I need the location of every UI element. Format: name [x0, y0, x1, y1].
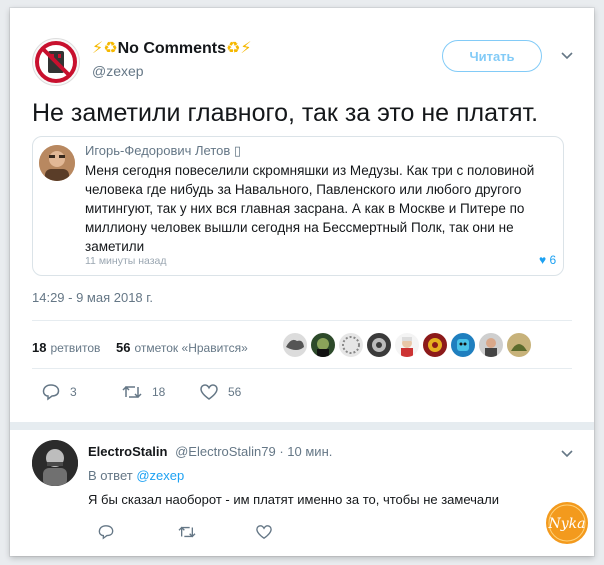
reply-icon	[98, 525, 114, 540]
retweets-count: 18	[32, 340, 47, 355]
reply-to-prefix: В ответ	[88, 468, 133, 483]
reply-reply-button[interactable]	[98, 520, 114, 544]
chevron-down-icon[interactable]	[560, 48, 574, 62]
liker-avatar[interactable]	[366, 332, 392, 358]
tweet-actions: 3 18 56	[32, 380, 572, 410]
quote-likes: ♥ 6	[539, 253, 556, 267]
likes-stat[interactable]: 56 отметок «Нравится»	[116, 340, 248, 355]
retweet-button[interactable]: 18	[122, 380, 165, 404]
tweet-timestamp[interactable]: 14:29 - 9 мая 2018 г.	[32, 290, 153, 305]
reply-author-handle[interactable]: @ElectroStalin79	[175, 444, 276, 459]
tweet-header: ⚡♻No Comments♻⚡ @zexep Читать	[32, 30, 574, 90]
tweet-stats: 18 ретвитов 56 отметок «Нравится»	[32, 328, 572, 368]
quote-author-name: Игорь-Федорович Летов	[85, 143, 231, 158]
quote-text: Меня сегодня повеселили скромняшки из Ме…	[85, 163, 535, 254]
quoted-tweet[interactable]: Игорь-Федорович Летов ▯ Меня сегодня пов…	[32, 136, 564, 276]
section-divider	[10, 422, 594, 430]
reply-text: Я бы сказал наоборот - им платят именно …	[88, 492, 499, 507]
heart-icon: ♥	[539, 253, 547, 267]
author-name-text: No Comments	[117, 40, 227, 57]
author-handle[interactable]: @zexep	[92, 63, 144, 79]
liker-avatar[interactable]	[450, 332, 476, 358]
reply-header: ElectroStalin @ElectroStalin79 · 10 мин.	[88, 444, 332, 459]
reply-retweet-button[interactable]	[178, 520, 196, 544]
reply-like-button[interactable]	[256, 520, 272, 544]
retweets-stat[interactable]: 18 ретвитов	[32, 340, 100, 355]
retweet-count: 18	[152, 385, 166, 399]
divider	[32, 320, 572, 321]
chevron-down-icon[interactable]	[560, 446, 574, 460]
reply-tweet[interactable]: ElectroStalin @ElectroStalin79 · 10 мин.…	[10, 422, 594, 556]
liker-avatar[interactable]	[422, 332, 448, 358]
avatar[interactable]	[32, 38, 80, 86]
author-name[interactable]: ⚡♻No Comments♻⚡	[92, 38, 252, 58]
likes-label: отметок «Нравится»	[134, 341, 248, 355]
like-button[interactable]: 56	[200, 380, 241, 404]
quote-time: 11 минуты назад	[85, 255, 167, 267]
like-count: 56	[228, 385, 242, 399]
retweet-icon	[178, 526, 196, 538]
no-comments-logo-icon	[35, 41, 77, 83]
liker-avatar[interactable]	[310, 332, 336, 358]
watermark-text: Nyka	[548, 516, 586, 532]
follow-button[interactable]: Читать	[442, 40, 542, 72]
reply-to-handle[interactable]: @zexep	[136, 468, 184, 483]
quote-author-badge: ▯	[233, 143, 242, 158]
quote-avatar	[39, 145, 75, 181]
retweets-label: ретвитов	[50, 341, 101, 355]
heart-icon	[200, 384, 218, 400]
reply-time[interactable]: · 10 мин.	[279, 444, 332, 459]
divider	[32, 368, 572, 369]
tweet-card: ⚡♻No Comments♻⚡ @zexep Читать Не заметил…	[10, 8, 594, 556]
emoji-right: ♻⚡	[226, 40, 252, 57]
liker-avatar[interactable]	[394, 332, 420, 358]
tweet-text: Не заметили главного, так за это не плат…	[32, 99, 539, 127]
reply-avatar[interactable]	[32, 440, 78, 486]
likes-count: 56	[116, 340, 131, 355]
reply-icon	[42, 384, 60, 401]
liker-avatar[interactable]	[282, 332, 308, 358]
reply-to: В ответ @zexep	[88, 468, 184, 483]
liker-avatar[interactable]	[506, 332, 532, 358]
liker-avatar[interactable]	[338, 332, 364, 358]
emoji-left: ⚡♻	[92, 40, 118, 57]
reply-count: 3	[70, 385, 77, 399]
watermark-logo: Nyka	[542, 498, 592, 548]
reply-author-name[interactable]: ElectroStalin	[88, 444, 167, 459]
reply-button[interactable]: 3	[42, 380, 77, 404]
reply-actions	[88, 520, 308, 544]
retweet-icon	[122, 385, 142, 399]
heart-icon	[256, 525, 272, 540]
quote-author: Игорь-Федорович Летов ▯	[85, 143, 241, 159]
liker-avatar[interactable]	[478, 332, 504, 358]
quote-likes-count: 6	[549, 253, 557, 267]
